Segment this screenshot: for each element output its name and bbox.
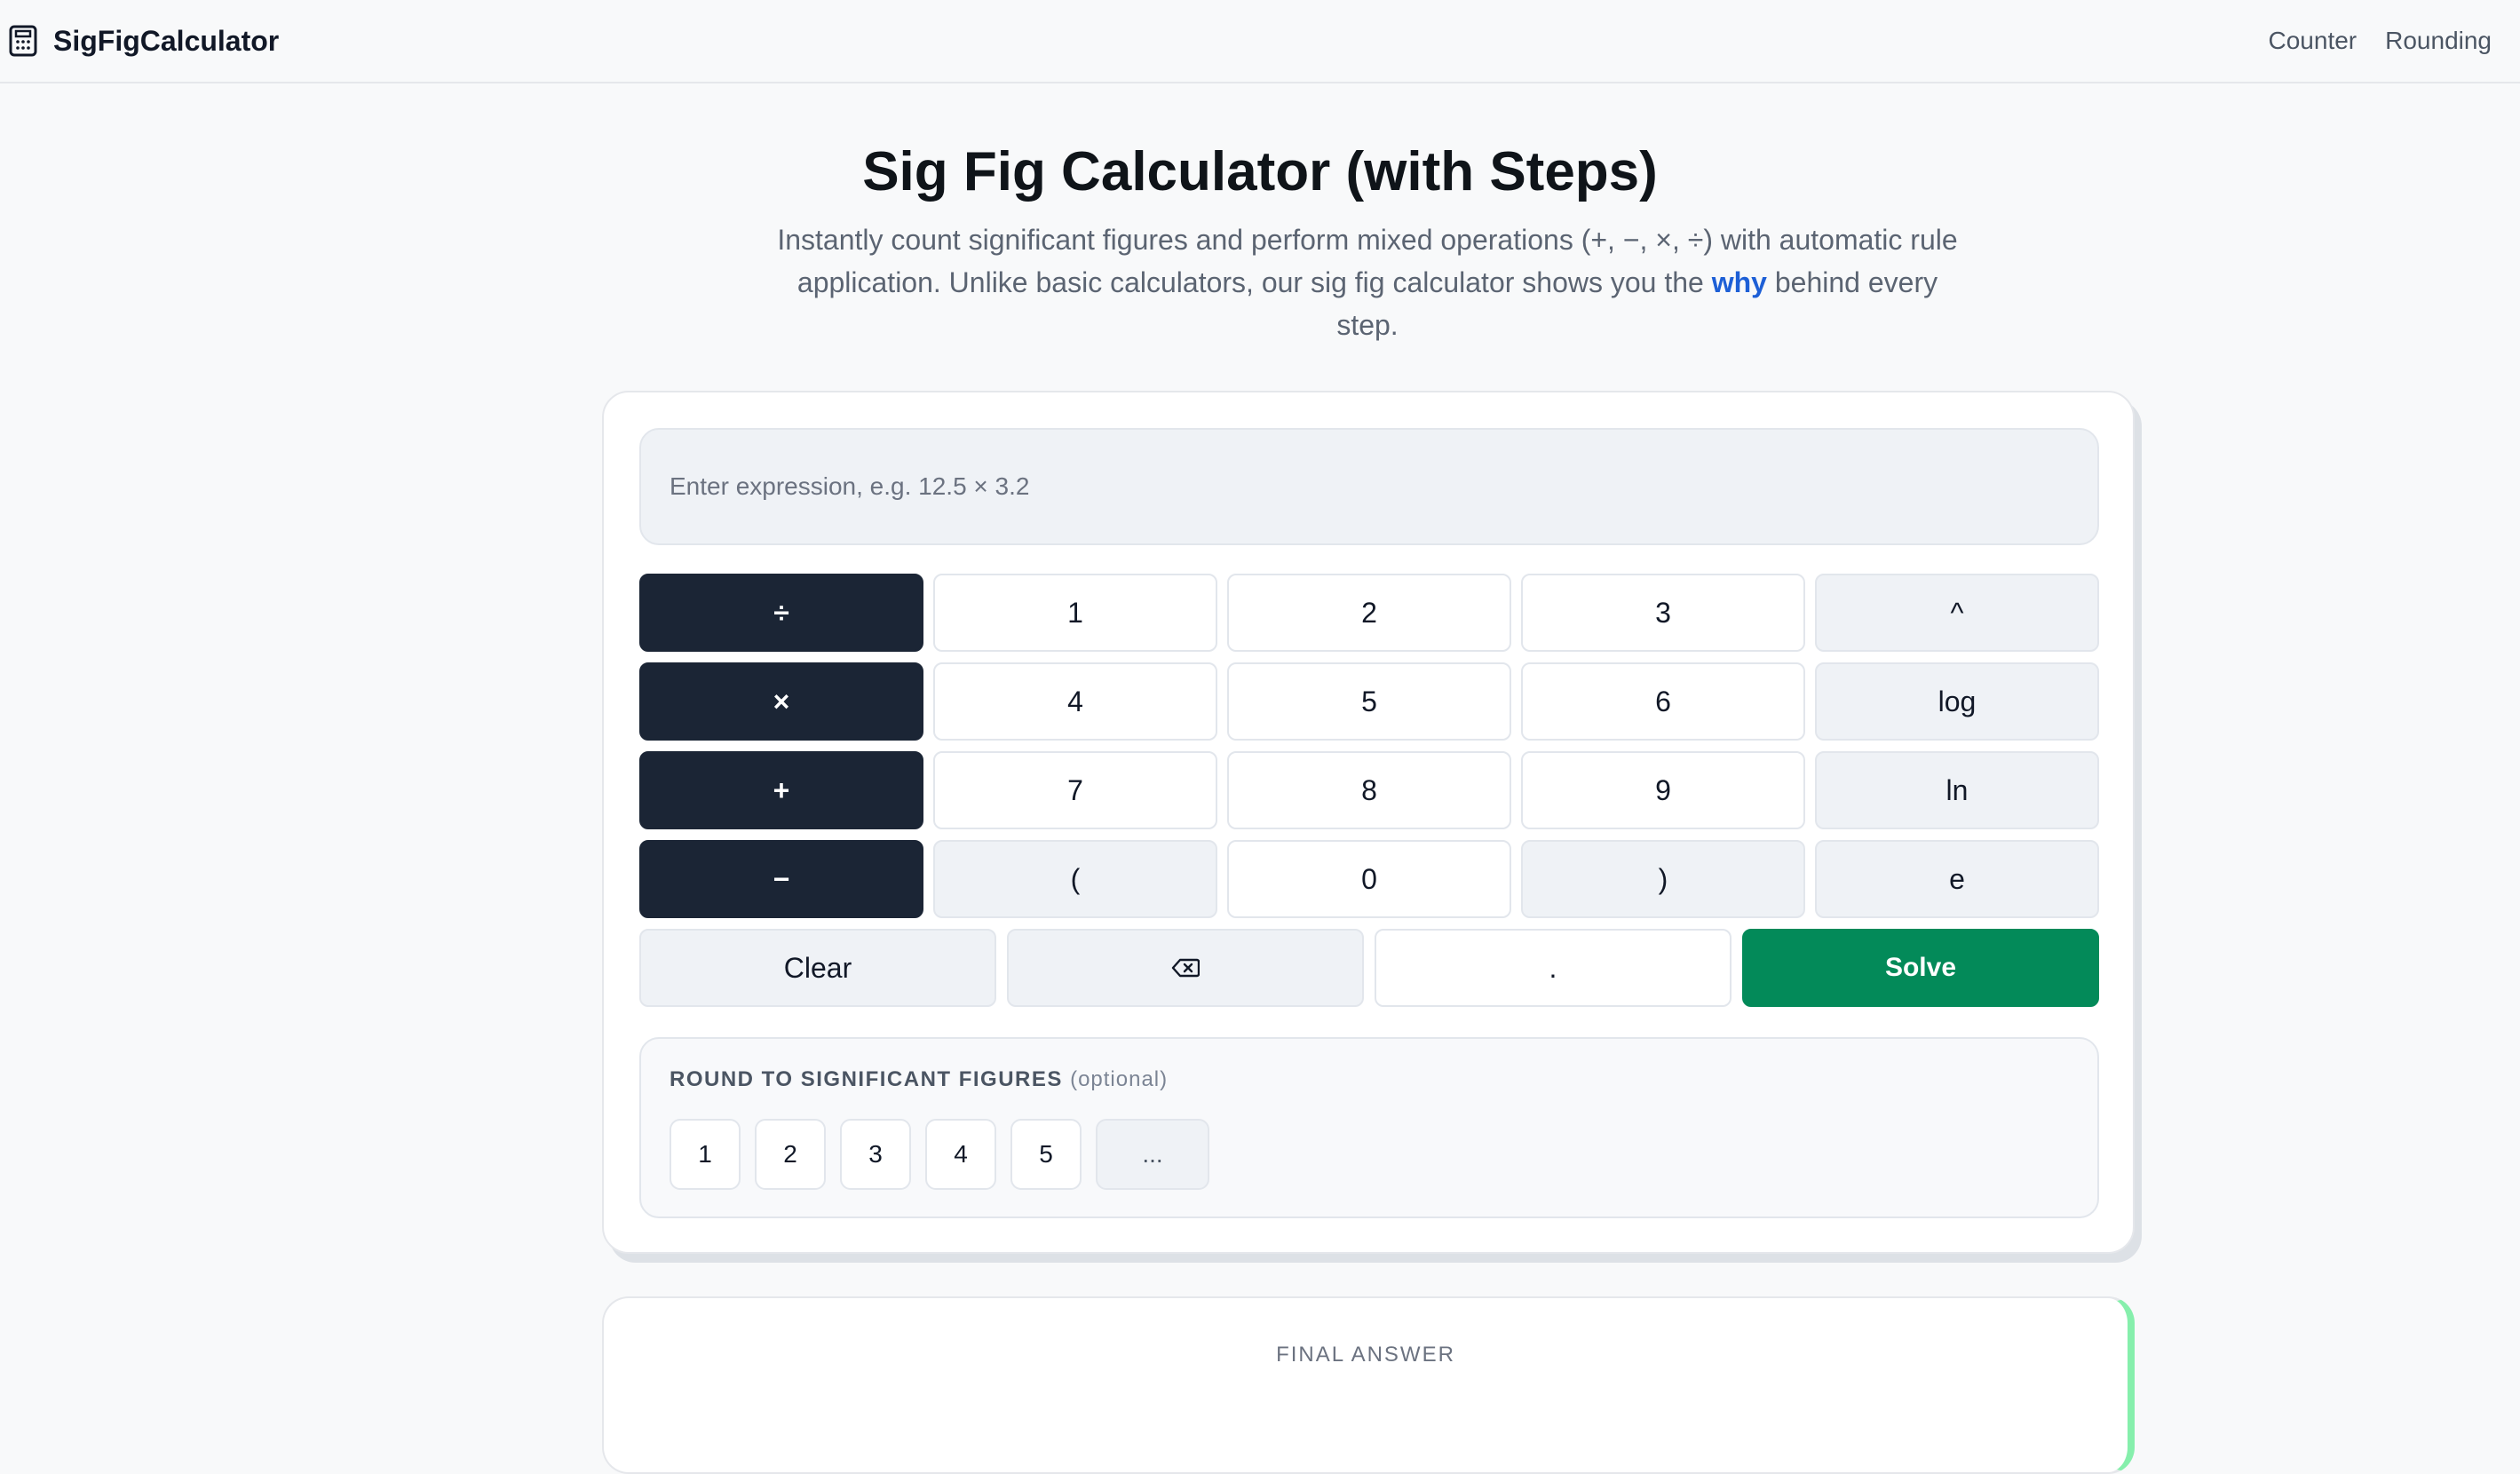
brand[interactable]: SigFigCalculator: [9, 16, 279, 66]
digit-1-key[interactable]: 1: [933, 574, 1217, 652]
decimal-point-key[interactable]: .: [1375, 929, 1732, 1007]
calculator-icon: [9, 25, 37, 57]
backspace-button[interactable]: [1007, 929, 1364, 1007]
digit-2-key[interactable]: 2: [1227, 574, 1511, 652]
nav-link-rounding[interactable]: Rounding: [2385, 27, 2492, 55]
digit-8-key[interactable]: 8: [1227, 751, 1511, 829]
euler-e-key[interactable]: e: [1815, 840, 2099, 918]
sig-fig-more-button[interactable]: ...: [1096, 1119, 1209, 1190]
log-key[interactable]: log: [1815, 662, 2099, 741]
clear-button[interactable]: Clear: [639, 929, 996, 1007]
page-subtitle: Instantly count significant figures and …: [764, 218, 1971, 346]
backspace-icon: [1171, 958, 1200, 978]
subtitle-highlight: why: [1711, 266, 1767, 298]
power-key[interactable]: ^: [1815, 574, 2099, 652]
open-paren-key[interactable]: (: [933, 840, 1217, 918]
digit-4-key[interactable]: 4: [933, 662, 1217, 741]
round-label-text: ROUND TO SIGNIFICANT FIGURES: [670, 1067, 1063, 1091]
digit-3-key[interactable]: 3: [1521, 574, 1805, 652]
page-title: Sig Fig Calculator (with Steps): [862, 141, 1658, 202]
round-sig-figs-panel: ROUND TO SIGNIFICANT FIGURES (optional) …: [639, 1037, 2099, 1218]
close-paren-key[interactable]: ): [1521, 840, 1805, 918]
brand-name: SigFigCalculator: [53, 24, 280, 57]
digit-5-key[interactable]: 5: [1227, 662, 1511, 741]
final-answer-card: FINAL ANSWER: [602, 1296, 2135, 1474]
digit-7-key[interactable]: 7: [933, 751, 1217, 829]
main-nav: Counter Rounding: [2269, 16, 2492, 66]
sig-fig-option-5[interactable]: 5: [1010, 1119, 1082, 1190]
sig-fig-option-4[interactable]: 4: [925, 1119, 996, 1190]
top-navbar: SigFigCalculator Counter Rounding: [0, 0, 2520, 83]
ln-key[interactable]: ln: [1815, 751, 2099, 829]
digit-0-key[interactable]: 0: [1227, 840, 1511, 918]
subtract-key[interactable]: −: [639, 840, 923, 918]
sig-fig-option-1[interactable]: 1: [670, 1119, 741, 1190]
nav-link-counter[interactable]: Counter: [2269, 27, 2358, 55]
add-key[interactable]: +: [639, 751, 923, 829]
digit-6-key[interactable]: 6: [1521, 662, 1805, 741]
multiply-key[interactable]: ×: [639, 662, 923, 741]
sig-fig-option-2[interactable]: 2: [755, 1119, 826, 1190]
final-answer-label: FINAL ANSWER: [1276, 1343, 1455, 1367]
optional-label: (optional): [1070, 1067, 1169, 1091]
divide-key[interactable]: ÷: [639, 574, 923, 652]
calculator-card: ÷ 1 2 3 ^ × 4 5 6 log + 7 8 9 ln − ( 0 )…: [602, 391, 2135, 1254]
round-sig-figs-label: ROUND TO SIGNIFICANT FIGURES (optional): [670, 1067, 1168, 1092]
solve-button[interactable]: Solve: [1742, 929, 2099, 1007]
expression-input[interactable]: [639, 428, 2099, 545]
digit-9-key[interactable]: 9: [1521, 751, 1805, 829]
sig-fig-option-3[interactable]: 3: [840, 1119, 911, 1190]
